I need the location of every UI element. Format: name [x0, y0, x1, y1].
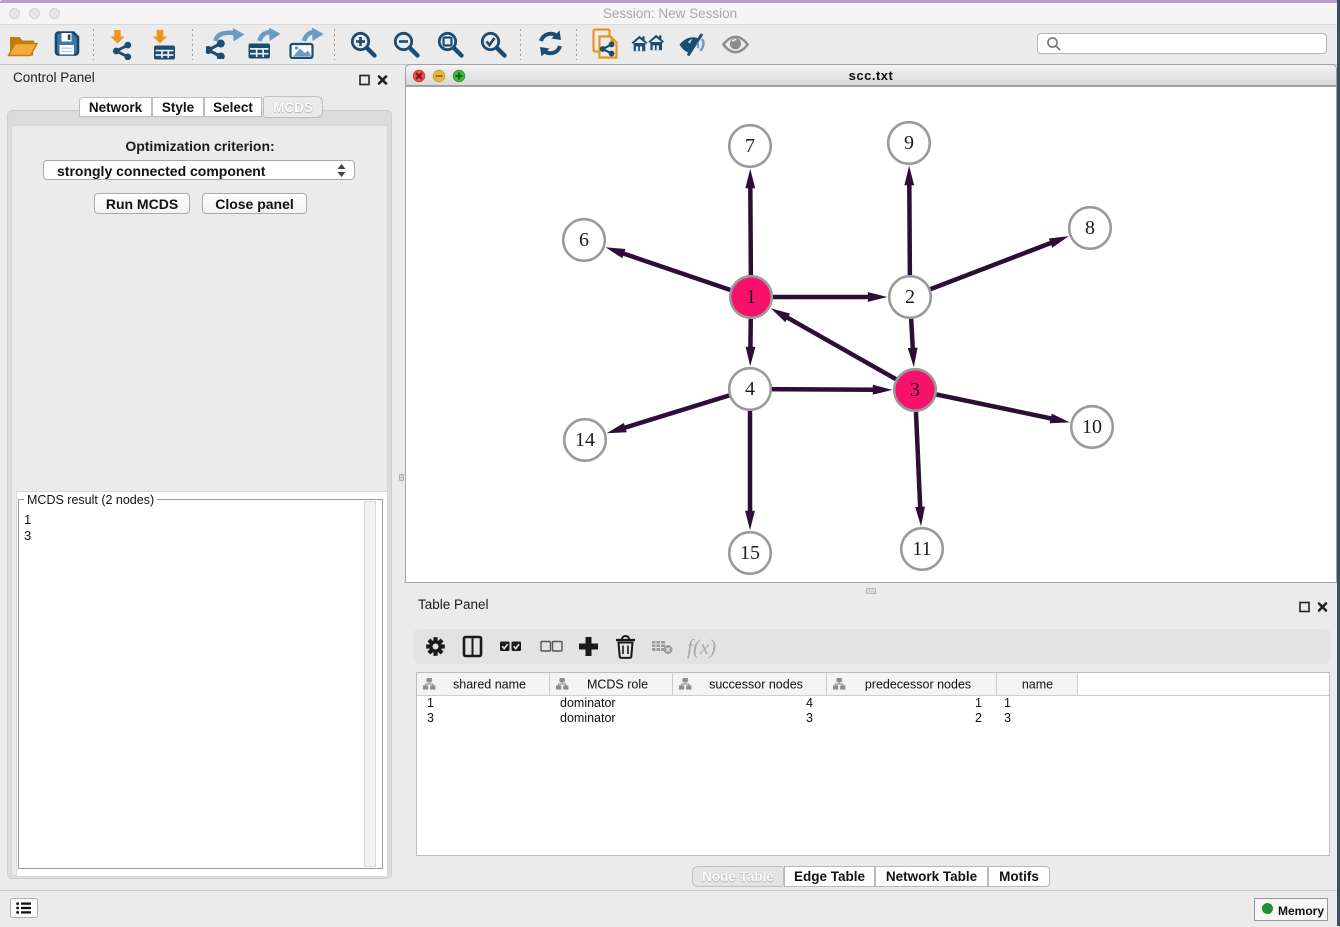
svg-text:4: 4 — [745, 378, 755, 400]
svg-text:shared name: shared name — [453, 678, 526, 692]
svg-text:7: 7 — [745, 135, 755, 157]
svg-text:14: 14 — [575, 429, 595, 451]
svg-text:2: 2 — [905, 286, 915, 308]
svg-text:MCDS role: MCDS role — [587, 678, 648, 692]
svg-text:name: name — [1022, 678, 1053, 692]
svg-text:f(x): f(x) — [687, 635, 716, 659]
svg-text:11: 11 — [912, 538, 931, 560]
svg-text:successor nodes: successor nodes — [709, 678, 803, 692]
svg-text:3: 3 — [910, 379, 920, 401]
svg-text:9: 9 — [904, 132, 914, 154]
svg-text:15: 15 — [740, 542, 760, 564]
svg-text:8: 8 — [1085, 217, 1095, 239]
svg-text:1: 1 — [746, 286, 756, 308]
svg-text:predecessor nodes: predecessor nodes — [865, 678, 971, 692]
svg-text:10: 10 — [1082, 416, 1102, 438]
svg-text:6: 6 — [579, 229, 589, 251]
